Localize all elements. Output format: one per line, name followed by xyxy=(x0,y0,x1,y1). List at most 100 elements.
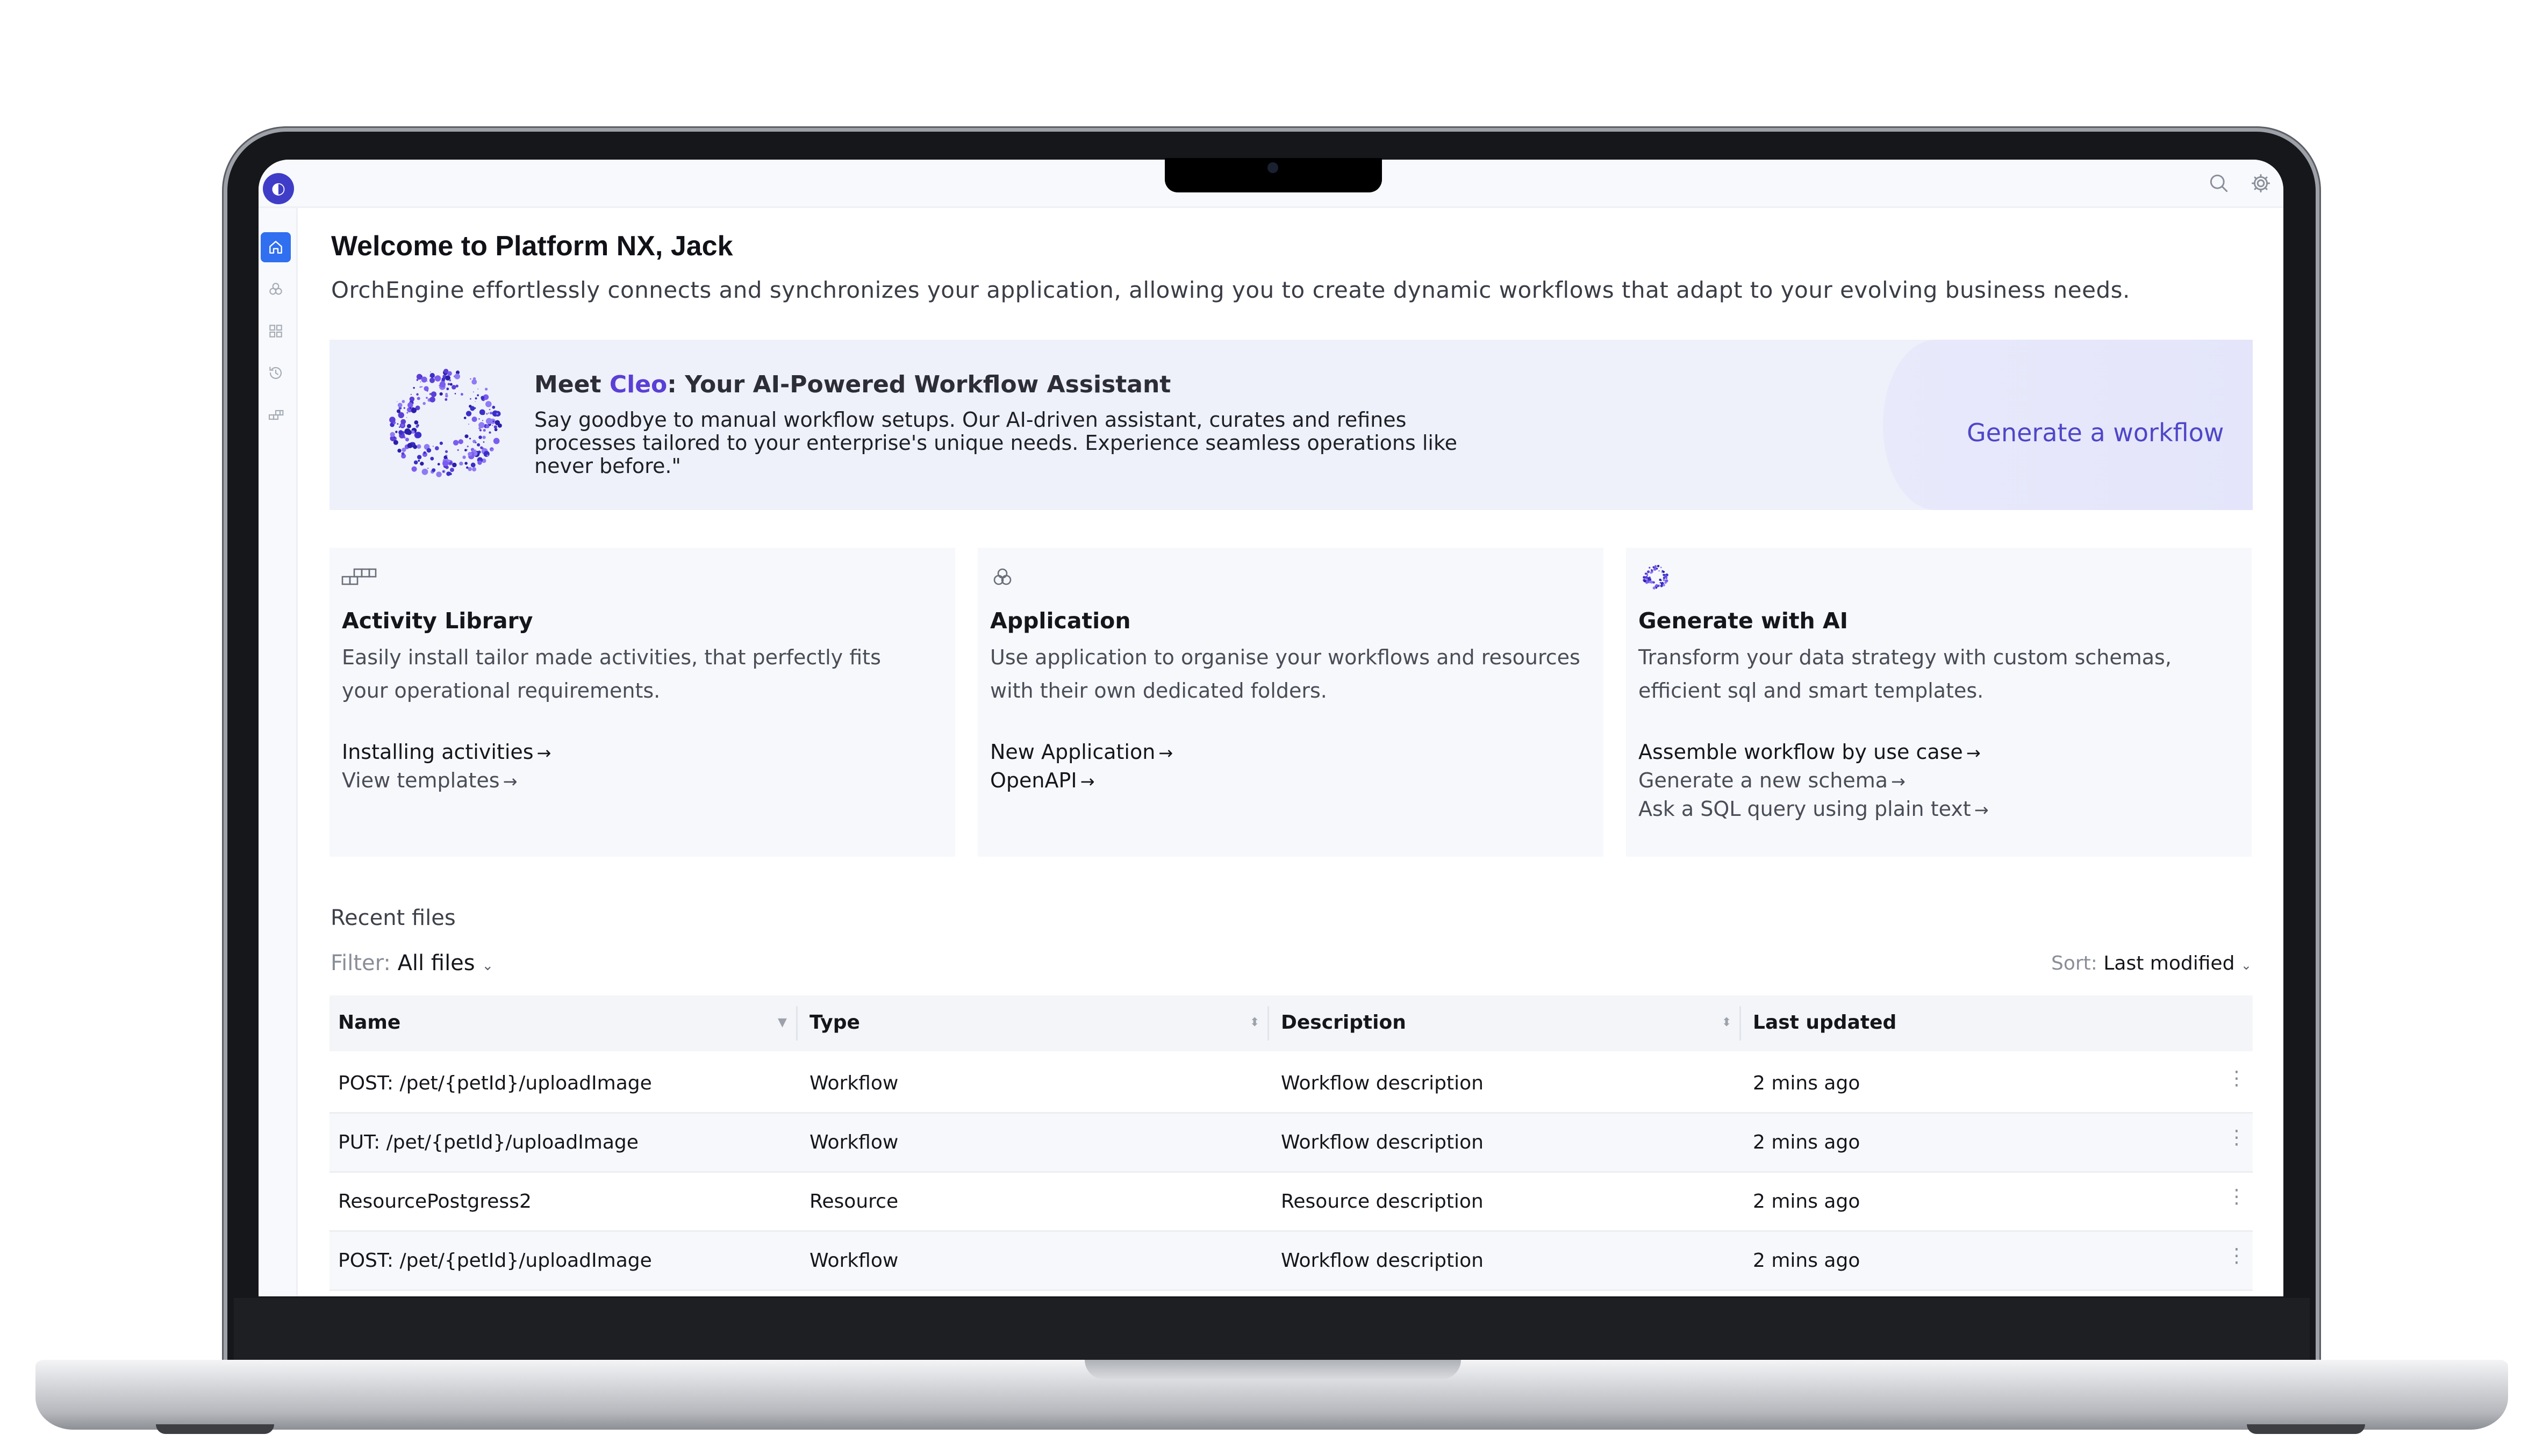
generate-with-ai-card: Generate with AI Transform your data str… xyxy=(1626,548,2252,857)
banner-title-brand: Cleo xyxy=(609,371,668,398)
sidebar-item-applications[interactable] xyxy=(261,274,291,304)
card-title: Application xyxy=(990,608,1131,634)
table-row[interactable]: ResourcePostgress2 Resource Resource des… xyxy=(329,1173,2253,1232)
app-logo[interactable]: ◐ xyxy=(263,173,294,204)
sidebar-item-home[interactable] xyxy=(261,232,291,262)
sidebar xyxy=(259,208,298,1296)
openapi-link[interactable]: OpenAPI → xyxy=(990,767,1173,795)
arrow-right-icon: → xyxy=(536,743,551,763)
link-label: View templates xyxy=(342,769,500,792)
column-header-description[interactable]: Description xyxy=(1281,1012,1406,1034)
circles-icon xyxy=(993,568,1012,585)
ai-orb-icon xyxy=(1643,565,1668,590)
card-description: Transform your data strategy with custom… xyxy=(1638,645,2172,702)
gear-icon[interactable] xyxy=(2249,171,2273,195)
cell-last-updated: 2 mins ago xyxy=(1753,1131,1860,1153)
card-links: Assemble workflow by use case → Generate … xyxy=(1638,738,1989,824)
recent-files-title: Recent files xyxy=(331,906,456,930)
page-title: Welcome to Platform NX, Jack xyxy=(331,231,733,262)
laptop-foot-right xyxy=(2247,1424,2365,1434)
sidebar-item-dashboard[interactable] xyxy=(261,316,291,346)
card-links: New Application → OpenAPI → xyxy=(990,738,1173,795)
banner-title: Meet Cleo: Your AI-Powered Workflow Assi… xyxy=(534,371,1171,398)
arrow-right-icon: → xyxy=(1966,743,1981,763)
assemble-workflow-link[interactable]: Assemble workflow by use case → xyxy=(1638,738,1989,767)
arrow-right-icon: → xyxy=(1891,771,1906,792)
grid-icon xyxy=(269,325,282,338)
new-application-link[interactable]: New Application → xyxy=(990,738,1173,767)
generate-workflow-button[interactable]: Generate a workflow xyxy=(1967,418,2224,447)
cell-name: POST: /pet/{petId}/uploadImage xyxy=(338,1072,652,1094)
cell-name: PUT: /pet/{petId}/uploadImage xyxy=(338,1131,639,1153)
cleo-orb-icon xyxy=(389,369,502,477)
card-title: Generate with AI xyxy=(1638,608,1849,634)
history-icon xyxy=(269,367,282,379)
blocks-icon xyxy=(268,410,284,420)
sidebar-item-activities[interactable] xyxy=(261,400,291,430)
column-header-last-updated[interactable]: Last updated xyxy=(1753,1012,1896,1034)
table-row[interactable]: POST: /pet/{petId}/uploadImage Workflow … xyxy=(329,1232,2253,1291)
circles-icon xyxy=(269,283,282,295)
arrow-right-icon: → xyxy=(1974,800,1989,820)
filter-dropdown[interactable]: Filter: All files ⌄ xyxy=(331,951,493,976)
sort-icon[interactable]: ⬍ xyxy=(1250,1016,1259,1029)
cell-name: ResourcePostgress2 xyxy=(338,1190,532,1213)
filter-icon[interactable]: ▼ xyxy=(778,1016,787,1029)
arrow-right-icon: → xyxy=(1080,771,1095,792)
filter-value: All files xyxy=(397,951,475,976)
installing-activities-link[interactable]: Installing activities → xyxy=(342,738,551,767)
banner-title-suffix: : Your AI-Powered Workflow Assistant xyxy=(667,371,1171,398)
generate-schema-link[interactable]: Generate a new schema → xyxy=(1638,767,1989,795)
table-row[interactable]: PUT: /pet/{petId}/uploadImage Workflow W… xyxy=(329,1114,2253,1173)
cell-last-updated: 2 mins ago xyxy=(1753,1250,1860,1272)
laptop-foot-left xyxy=(156,1424,274,1434)
sort-dropdown[interactable]: Sort: Last modified ⌄ xyxy=(2051,952,2252,974)
ask-sql-query-link[interactable]: Ask a SQL query using plain text → xyxy=(1638,795,1989,824)
column-separator xyxy=(1267,1006,1269,1041)
sort-icon[interactable]: ⬍ xyxy=(1722,1016,1731,1029)
cell-name: POST: /pet/{petId}/uploadImage xyxy=(338,1250,652,1272)
card-links: Installing activities → View templates → xyxy=(342,738,551,795)
link-label: New Application xyxy=(990,740,1156,764)
banner-text: Say goodbye to manual workflow setups. O… xyxy=(534,408,1457,478)
banner-title-prefix: Meet xyxy=(534,371,610,398)
view-templates-link[interactable]: View templates → xyxy=(342,767,551,795)
chevron-down-icon: ⌄ xyxy=(482,958,494,974)
cell-last-updated: 2 mins ago xyxy=(1753,1072,1860,1094)
filter-label: Filter: xyxy=(331,951,391,976)
link-label: OpenAPI xyxy=(990,769,1077,792)
cleo-banner: Meet Cleo: Your AI-Powered Workflow Assi… xyxy=(329,340,2253,510)
arrow-right-icon: → xyxy=(503,771,518,792)
chevron-down-icon: ⌄ xyxy=(2240,958,2252,973)
arrow-right-icon: → xyxy=(1158,743,1173,763)
column-header-type[interactable]: Type xyxy=(810,1012,860,1034)
table-row[interactable]: POST: /pet/{petId}/uploadImage Workflow … xyxy=(329,1055,2253,1114)
card-description: Use application to organise your workflo… xyxy=(990,645,1580,702)
sort-label: Sort: xyxy=(2051,952,2097,974)
laptop-hinge xyxy=(234,1298,2310,1360)
page-subtitle: OrchEngine effortlessly connects and syn… xyxy=(331,277,2130,303)
column-header-name[interactable]: Name xyxy=(338,1012,400,1034)
link-label: Assemble workflow by use case xyxy=(1638,740,1963,764)
camera-icon xyxy=(1267,162,1278,173)
cell-description: Resource description xyxy=(1281,1190,1484,1213)
sidebar-item-history[interactable] xyxy=(261,358,291,388)
home-icon xyxy=(269,241,282,254)
blocks-icon xyxy=(341,568,377,585)
application-card: Application Use application to organise … xyxy=(978,548,1603,857)
column-separator xyxy=(796,1006,798,1041)
link-label: Generate a new schema xyxy=(1638,769,1888,792)
more-options-icon[interactable]: ⋮ xyxy=(2227,1186,2246,1208)
more-options-icon[interactable]: ⋮ xyxy=(2227,1127,2246,1149)
card-title: Activity Library xyxy=(342,608,533,634)
cell-type: Workflow xyxy=(810,1131,899,1153)
search-icon[interactable] xyxy=(2207,171,2231,195)
cell-description: Workflow description xyxy=(1281,1072,1484,1094)
cell-description: Workflow description xyxy=(1281,1250,1484,1272)
more-options-icon[interactable]: ⋮ xyxy=(2227,1245,2246,1267)
sort-value: Last modified xyxy=(2103,952,2235,974)
app-screen: ◐ Welcome to Platform NX, Jack OrchEngin… xyxy=(259,160,2283,1296)
more-options-icon[interactable]: ⋮ xyxy=(2227,1067,2246,1089)
table-header: Name ▼ Type ⬍ Description ⬍ Last updated xyxy=(329,995,2253,1051)
cell-type: Resource xyxy=(810,1190,899,1213)
